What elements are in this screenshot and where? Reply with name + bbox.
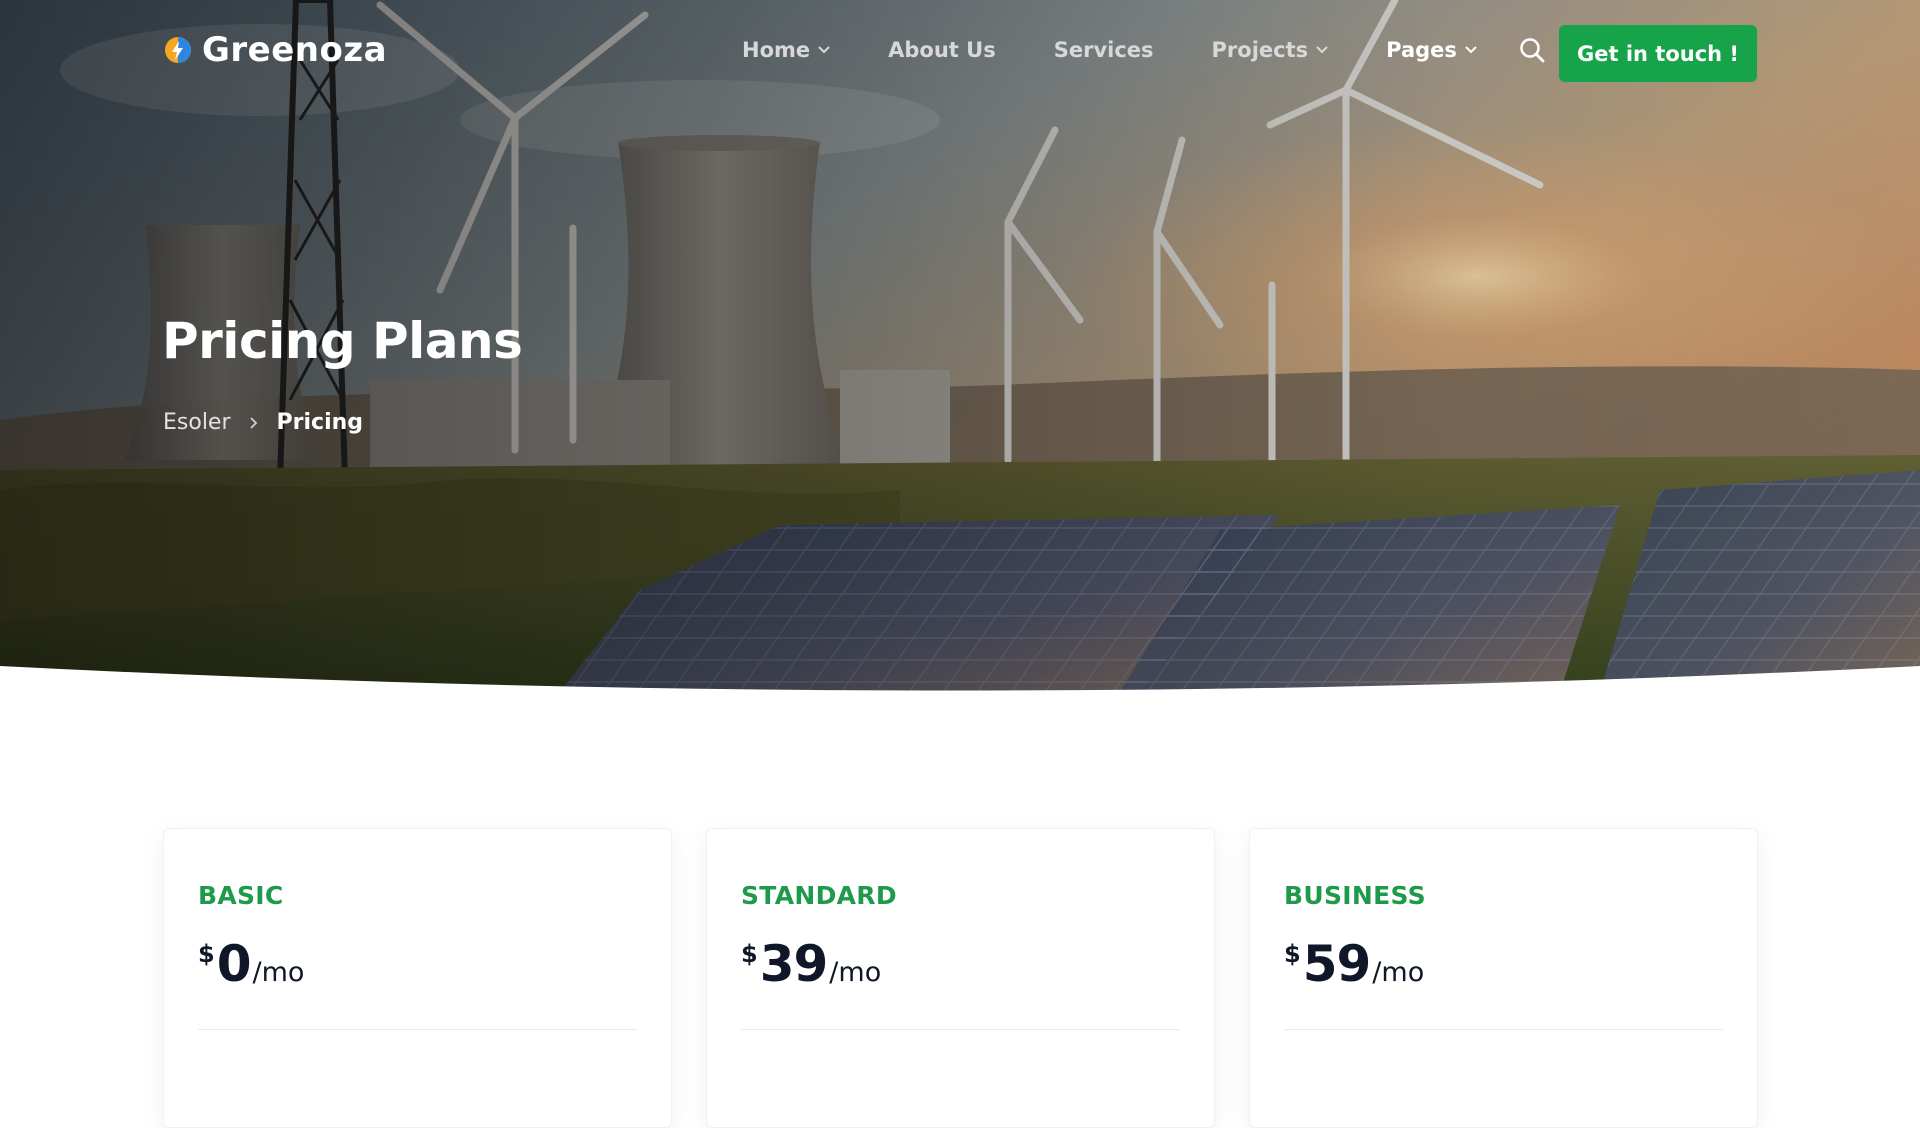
- brand-name: Greenoza: [202, 30, 388, 70]
- card-divider: [198, 1029, 637, 1030]
- chevron-down-icon: [1316, 46, 1328, 54]
- breadcrumb-current: Pricing: [276, 410, 364, 435]
- pricing-card-basic: BASIC $ 0 /mo: [163, 828, 672, 1128]
- card-divider: [741, 1029, 1180, 1030]
- price-amount: 0: [216, 935, 252, 993]
- top-navigation: Greenoza Home About Us Services Projects…: [0, 0, 1920, 104]
- nav-item-pages[interactable]: Pages: [1386, 38, 1477, 62]
- brand-logo[interactable]: Greenoza: [162, 30, 387, 70]
- nav-item-home[interactable]: Home: [742, 38, 830, 62]
- nav-item-label: Services: [1053, 38, 1154, 62]
- price-period: /mo: [829, 957, 882, 988]
- price-amount: 39: [759, 935, 829, 993]
- nav-item-projects[interactable]: Projects: [1212, 38, 1329, 62]
- nav-item-services[interactable]: Services: [1054, 38, 1154, 62]
- plan-name: STANDARD: [741, 881, 897, 910]
- chevron-down-icon: [1465, 46, 1477, 54]
- plan-price: $ 39 /mo: [741, 938, 1180, 990]
- main-menu: Home About Us Services Projects Pages: [742, 38, 1535, 62]
- plan-price: $ 0 /mo: [198, 938, 637, 990]
- plan-price: $ 59 /mo: [1284, 938, 1723, 990]
- nav-item-label: Pages: [1386, 38, 1457, 62]
- price-period: /mo: [252, 957, 305, 988]
- price-currency: $: [198, 940, 215, 968]
- pricing-plans: BASIC $ 0 /mo STANDARD $ 39 /mo BUSINESS…: [163, 828, 1758, 1128]
- hero-banner: Greenoza Home About Us Services Projects…: [0, 0, 1920, 692]
- nav-item-label: Home: [742, 38, 811, 62]
- pricing-card-business: BUSINESS $ 59 /mo: [1249, 828, 1758, 1128]
- breadcrumb: Esoler Pricing: [163, 410, 363, 435]
- breadcrumb-home-link[interactable]: Esoler: [163, 410, 231, 435]
- price-currency: $: [1284, 940, 1301, 968]
- price-currency: $: [741, 940, 758, 968]
- price-amount: 59: [1302, 935, 1372, 993]
- plan-name: BUSINESS: [1284, 881, 1426, 910]
- nav-item-label: Projects: [1211, 38, 1309, 62]
- plan-name: BASIC: [198, 881, 284, 910]
- card-divider: [1284, 1029, 1723, 1030]
- page-title: Pricing Plans: [162, 312, 523, 370]
- nav-item-label: About Us: [888, 38, 996, 62]
- chevron-right-icon: [249, 416, 257, 429]
- price-period: /mo: [1372, 957, 1425, 988]
- hero-bottom-curve: [0, 666, 1920, 692]
- search-icon[interactable]: [1518, 36, 1546, 64]
- pricing-card-standard: STANDARD $ 39 /mo: [706, 828, 1215, 1128]
- get-in-touch-button[interactable]: Get in touch !: [1559, 25, 1757, 82]
- logo-icon: [165, 37, 191, 63]
- nav-item-about-us[interactable]: About Us: [888, 38, 996, 62]
- chevron-down-icon: [818, 46, 830, 54]
